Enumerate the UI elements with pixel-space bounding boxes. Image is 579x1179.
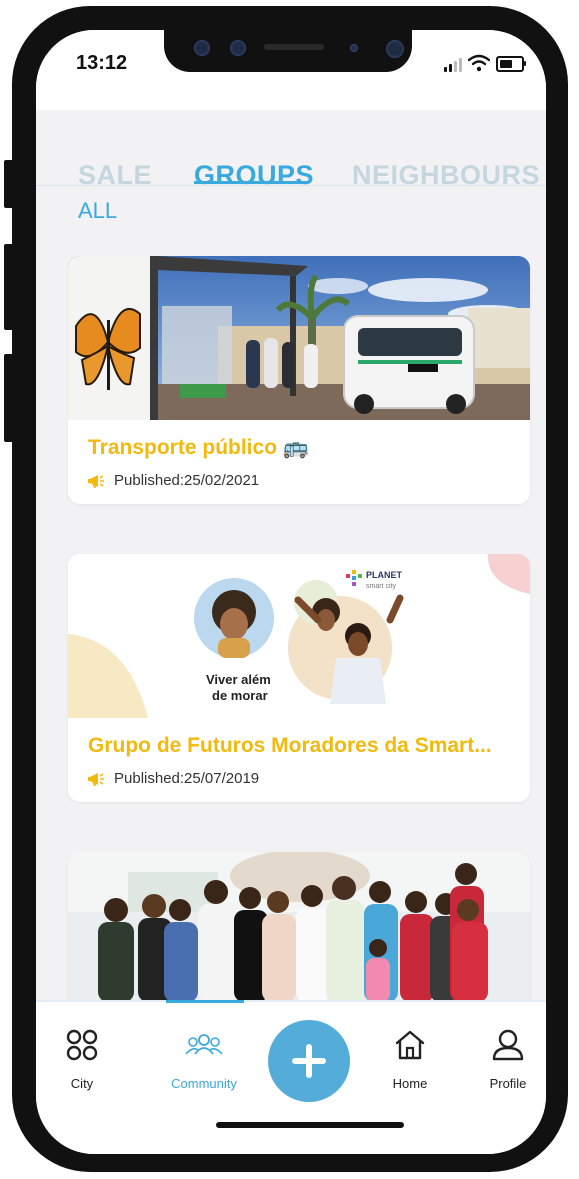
tab-neighbours[interactable]: NEIGHBOURS: [352, 160, 540, 191]
card-title: Transporte público 🚌: [88, 436, 310, 459]
slogan-line-1: Viver além: [206, 672, 271, 687]
status-bar: 13:12: [36, 30, 546, 110]
signal-bar: [444, 67, 447, 72]
sensor-dot: [230, 40, 246, 56]
group-card[interactable]: Transporte público 🚌 Published:25/02/202…: [68, 256, 530, 504]
signal-bar: [449, 64, 452, 72]
nav-city-label: City: [70, 1076, 94, 1091]
speaker-grille: [264, 44, 324, 50]
group-card[interactable]: PLANET smart city Viver além de morar Gr…: [68, 554, 530, 802]
nav-profile[interactable]: Profile: [468, 1028, 546, 1091]
wifi-icon: [468, 54, 490, 72]
published-date: Published:25/02/2021: [114, 472, 260, 489]
front-camera: [386, 40, 404, 58]
home-indicator[interactable]: [216, 1122, 404, 1128]
tabs-divider: [36, 185, 546, 186]
profile-icon: [492, 1029, 524, 1061]
card-title: Grupo de Futuros Moradores da Smart...: [88, 734, 492, 757]
card-image-bus-stop: [68, 256, 530, 420]
city-grid-icon: [66, 1029, 98, 1061]
status-icons: [444, 54, 526, 74]
card-image-promo: PLANET smart city Viver além de morar: [68, 554, 530, 718]
home-icon: [395, 1030, 425, 1060]
app-screen: 13:12 SALE GROUPS NEIGHBOURS ALL Transpo…: [36, 30, 546, 1154]
status-time: 13:12: [76, 52, 128, 74]
megaphone-icon: [88, 474, 104, 488]
signal-bar: [459, 58, 462, 72]
add-button[interactable]: [268, 1020, 350, 1102]
plus-icon: [292, 1044, 326, 1078]
battery-icon: [496, 56, 524, 72]
sensor-dot: [194, 40, 210, 56]
tab-bar: . SALE GROUPS NEIGHBOURS S: [36, 110, 546, 206]
bottom-nav: City Community Home Profile: [36, 1000, 546, 1154]
filter-all[interactable]: ALL: [78, 198, 117, 224]
published-date: Published:25/07/2019: [114, 770, 260, 787]
card-published: Published:25/07/2019: [88, 770, 259, 787]
phone-frame: 13:12 SALE GROUPS NEIGHBOURS ALL Transpo…: [12, 6, 568, 1172]
slogan-line-2: de morar: [212, 688, 268, 703]
tab-sale[interactable]: SALE: [78, 160, 152, 191]
nav-home[interactable]: Home: [370, 1028, 450, 1091]
logo-text: PLANET: [366, 570, 403, 580]
megaphone-icon: [88, 772, 104, 786]
community-icon: [185, 1034, 223, 1055]
signal-bar: [454, 61, 457, 72]
battery-tip: [524, 61, 526, 66]
notch: [164, 30, 412, 72]
nav-city[interactable]: City: [42, 1028, 122, 1091]
sensor-dot: [350, 44, 358, 52]
nav-divider: [36, 1000, 546, 1002]
card-published: Published:25/02/2021: [88, 472, 259, 489]
logo-subtext: smart city: [366, 583, 396, 590]
nav-community-label: Community: [171, 1076, 237, 1091]
nav-active-indicator: [166, 1000, 244, 1003]
nav-profile-label: Profile: [489, 1076, 527, 1091]
tab-groups[interactable]: GROUPS: [194, 160, 314, 191]
nav-home-label: Home: [392, 1076, 428, 1091]
nav-community[interactable]: Community: [164, 1028, 244, 1091]
active-tab-indicator: [194, 181, 308, 184]
